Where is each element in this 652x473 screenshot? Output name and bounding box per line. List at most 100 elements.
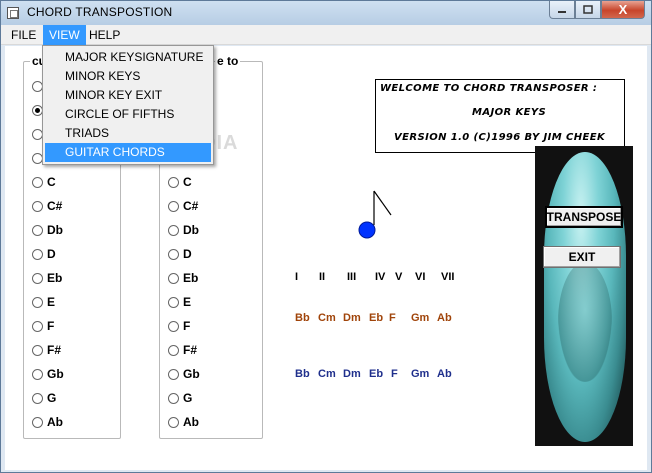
target-radio-eb[interactable]: Eb [168, 270, 198, 286]
key-label: C# [183, 199, 199, 213]
degree-numeral: VII [441, 271, 455, 283]
chord-label: Cm [318, 312, 336, 324]
menu-item-guitar-chords[interactable]: GUITAR CHORDS [45, 143, 211, 162]
radio-button[interactable] [32, 200, 43, 212]
radio-button[interactable] [168, 320, 179, 332]
radio-button[interactable] [168, 272, 179, 284]
menu-item-circle-of-fifths[interactable]: CIRCLE OF FIFTHS [45, 105, 211, 124]
key-radio-db[interactable]: Db [32, 222, 63, 238]
radio-button[interactable] [32, 320, 43, 332]
radio-button[interactable] [32, 272, 43, 284]
degree-numeral: V [395, 271, 403, 283]
degree-numeral: II [319, 271, 326, 283]
key-label: E [183, 295, 192, 309]
window-title: CHORD TRANSPOSTION [27, 5, 173, 19]
radio-button[interactable] [32, 248, 43, 260]
key-label: Db [183, 223, 199, 237]
degree-numeral: I [295, 271, 299, 283]
key-radio-c[interactable]: C [32, 174, 56, 190]
degree-numeral: III [347, 271, 357, 283]
key-label: Gb [47, 367, 64, 381]
app-icon[interactable] [7, 7, 19, 19]
key-radio-d[interactable]: D [32, 246, 56, 262]
target-radio-ab[interactable]: Ab [168, 414, 199, 430]
menu-help[interactable]: HELP [83, 25, 126, 45]
key-radio-c-sharp[interactable]: C# [32, 198, 62, 214]
menu-item-triads[interactable]: TRIADS [45, 124, 211, 143]
key-radio-e[interactable]: E [32, 294, 55, 310]
radio-button[interactable] [32, 392, 43, 404]
key-radio-f-sharp[interactable]: F# [32, 342, 61, 358]
target-radio-gb[interactable]: Gb [168, 366, 200, 382]
radio-button[interactable] [168, 176, 179, 188]
transpose-button[interactable]: TRANSPOSE [545, 206, 623, 228]
menu-item-major-keysignature[interactable]: MAJOR KEYSIGNATURE [45, 48, 211, 67]
menu-view[interactable]: VIEW [43, 25, 86, 45]
key-label: Eb [183, 271, 199, 285]
target-radio-e[interactable]: E [168, 294, 191, 310]
target-radio-c[interactable]: C [168, 174, 192, 190]
key-label: Ab [183, 415, 199, 429]
menu-item-minor-key-exit[interactable]: MINOR KEY EXIT [45, 86, 211, 105]
radio-button[interactable] [168, 296, 179, 308]
title-bar[interactable]: CHORD TRANSPOSTION X [1, 1, 651, 25]
radio-button[interactable] [32, 176, 43, 188]
radio-button[interactable] [32, 224, 43, 236]
minimize-button[interactable] [549, 1, 575, 19]
maximize-button[interactable] [575, 1, 601, 19]
target-radio-g[interactable]: G [168, 390, 192, 406]
degree-numeral: IV [375, 271, 386, 283]
radio-button[interactable] [168, 416, 179, 428]
radio-button[interactable] [168, 200, 179, 212]
key-label: Ab [47, 415, 63, 429]
target-radio-d[interactable]: D [168, 246, 192, 262]
key-label: E [47, 295, 56, 309]
chord-label: Cm [318, 368, 336, 380]
radio-button[interactable] [168, 248, 179, 260]
maximize-icon [583, 4, 593, 14]
menu-file[interactable]: FILE [5, 25, 42, 45]
welcome-subtitle: MAJOR KEYS [472, 107, 547, 118]
key-label: D [47, 247, 56, 261]
exit-button[interactable]: EXIT [543, 246, 621, 268]
radio-button[interactable] [168, 344, 179, 356]
radio-button[interactable] [168, 392, 179, 404]
window-controls: X [549, 1, 645, 19]
chord-label: Bb [295, 368, 310, 380]
key-radio-eb[interactable]: Eb [32, 270, 62, 286]
target-radio-db[interactable]: Db [168, 222, 199, 238]
radio-button[interactable] [32, 368, 43, 380]
radio-button[interactable] [32, 296, 43, 308]
minimize-icon [558, 10, 566, 13]
radio-button[interactable] [168, 368, 179, 380]
key-label: C [47, 175, 56, 189]
key-label: D [183, 247, 192, 261]
key-label: G [183, 391, 193, 405]
key-label: F [183, 319, 191, 333]
key-radio-ab[interactable]: Ab [32, 414, 63, 430]
key-radio-gb[interactable]: Gb [32, 366, 64, 382]
key-radio-f[interactable]: F [32, 318, 54, 334]
close-button[interactable]: X [601, 1, 645, 19]
target-key-group-title: e to [215, 54, 241, 68]
chord-label: Ab [437, 312, 452, 324]
welcome-box: WELCOME TO CHORD TRANSPOSER : MAJOR KEYS… [375, 79, 625, 153]
view-menu-dropdown: MAJOR KEYSIGNATURE MINOR KEYS MINOR KEY … [42, 45, 214, 165]
target-radio-f-sharp[interactable]: F# [168, 342, 197, 358]
key-label: F [47, 319, 55, 333]
guitar-image [535, 146, 633, 446]
key-label: C [183, 175, 192, 189]
key-radio-g[interactable]: G [32, 390, 56, 406]
chord-label: F [389, 312, 396, 324]
target-radio-c-sharp[interactable]: C# [168, 198, 198, 214]
key-label: Eb [47, 271, 63, 285]
radio-button[interactable] [32, 344, 43, 356]
chord-label: Dm [343, 368, 361, 380]
menu-item-minor-keys[interactable]: MINOR KEYS [45, 67, 211, 86]
key-label: F# [183, 343, 198, 357]
target-radio-f[interactable]: F [168, 318, 190, 334]
chord-label: Gm [411, 368, 430, 380]
quarter-note-icon [358, 190, 392, 239]
radio-button[interactable] [32, 416, 43, 428]
radio-button[interactable] [168, 224, 179, 236]
